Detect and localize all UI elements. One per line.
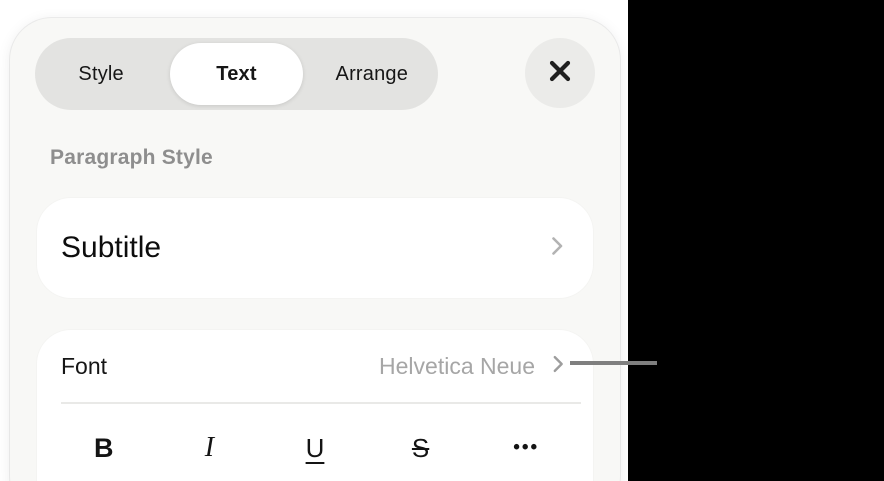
close-icon <box>544 55 576 92</box>
bold-button[interactable]: B <box>72 418 136 478</box>
paragraph-style-row[interactable]: Subtitle <box>37 198 593 298</box>
screenshot-stage: Style Text Arrange Paragraph Style Subti… <box>0 0 884 481</box>
close-button[interactable] <box>525 38 595 108</box>
font-label: Font <box>61 353 107 380</box>
paragraph-style-heading: Paragraph Style <box>50 144 213 172</box>
italic-button[interactable]: I <box>177 418 241 478</box>
underline-button[interactable]: U <box>283 418 347 478</box>
tab-arrange[interactable]: Arrange <box>306 43 438 105</box>
paragraph-style-value: Subtitle <box>61 231 161 265</box>
text-format-panel: Style Text Arrange Paragraph Style Subti… <box>10 18 620 481</box>
black-mask <box>628 0 884 481</box>
font-row[interactable]: Font Helvetica Neue <box>37 330 593 402</box>
chevron-right-icon <box>545 234 569 263</box>
format-buttons-row: B I U S ••• <box>37 404 593 481</box>
tab-text[interactable]: Text <box>170 43 302 105</box>
strikethrough-button[interactable]: S <box>389 418 453 478</box>
tab-style[interactable]: Style <box>35 43 167 105</box>
font-card: Font Helvetica Neue B I U S ••• <box>37 330 593 481</box>
format-tabs: Style Text Arrange <box>35 38 438 110</box>
callout-line <box>570 361 657 365</box>
more-options-button[interactable]: ••• <box>494 418 558 478</box>
chevron-right-icon <box>547 353 569 380</box>
font-value: Helvetica Neue <box>379 353 535 380</box>
